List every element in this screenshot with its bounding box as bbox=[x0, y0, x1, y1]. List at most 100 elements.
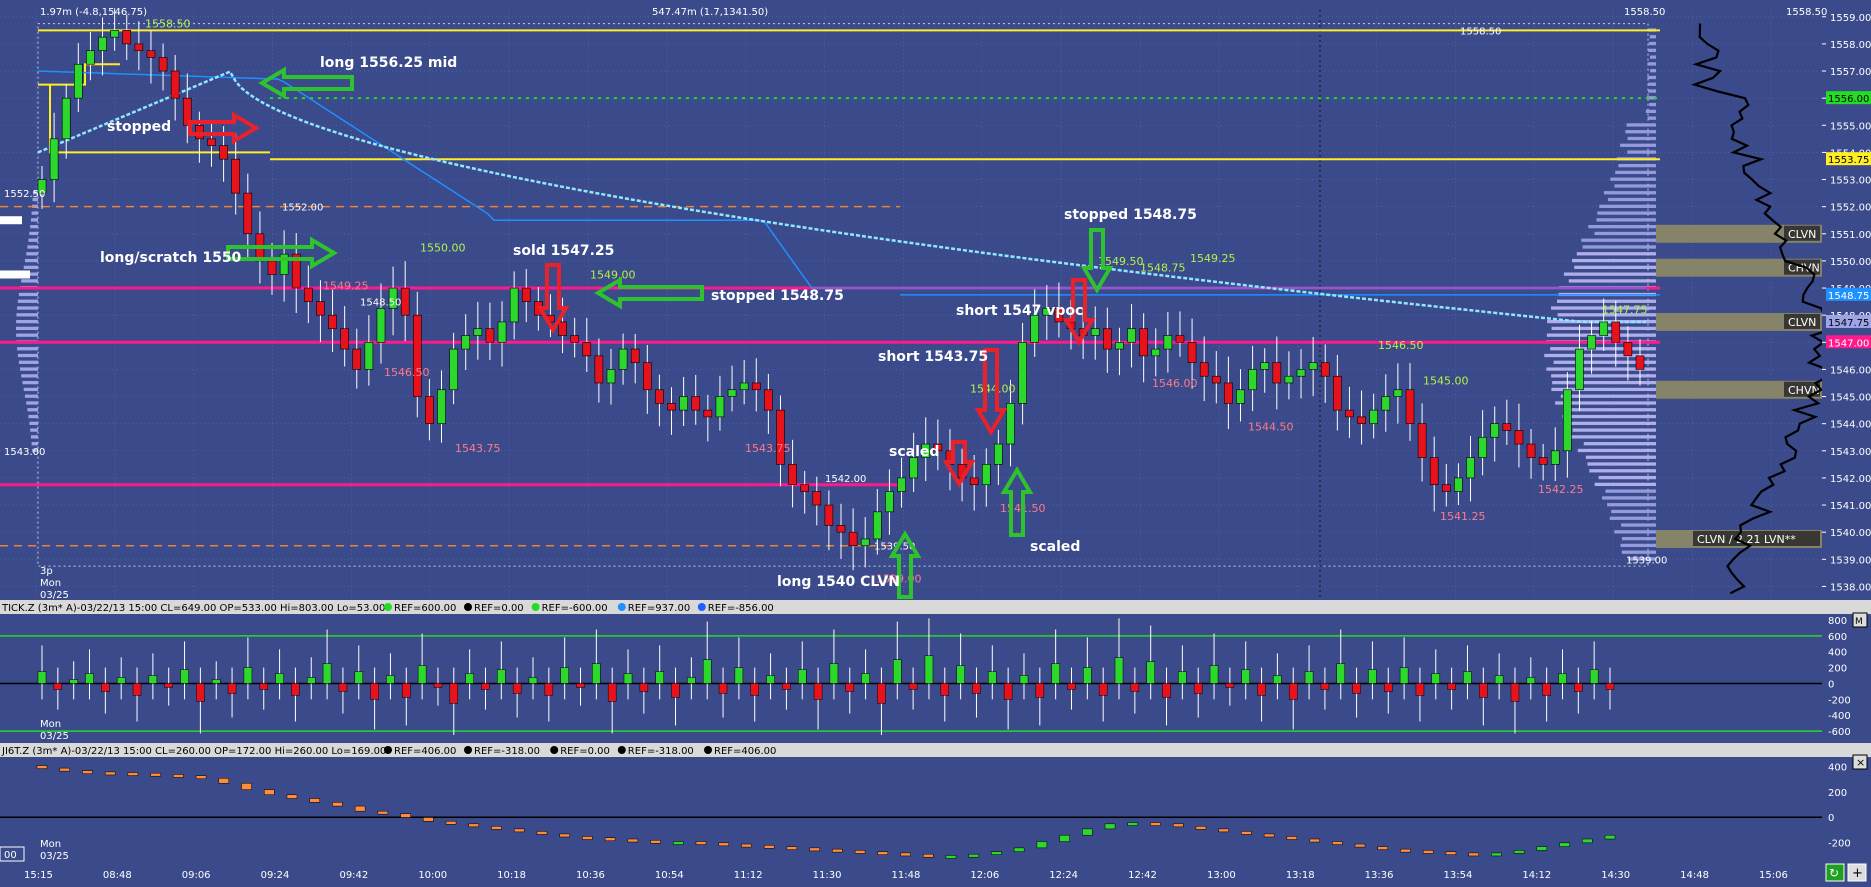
session-label-time: 3p bbox=[40, 566, 53, 577]
tick-bar bbox=[497, 669, 506, 684]
candle-body bbox=[1018, 341, 1027, 404]
swing-low-label: 1544.50 bbox=[1248, 420, 1294, 433]
candle-body bbox=[1272, 362, 1282, 384]
tick-bar bbox=[449, 683, 459, 704]
profile-bar bbox=[1607, 503, 1656, 507]
annotation-label: scaled bbox=[889, 444, 939, 460]
candle-body bbox=[1490, 423, 1500, 438]
profile-bar bbox=[1627, 150, 1656, 154]
tick-bar bbox=[1035, 683, 1045, 698]
tick-bar bbox=[164, 683, 173, 688]
jiet-ref-label: REF=-318.00 bbox=[628, 746, 694, 757]
candle-body bbox=[364, 341, 374, 370]
profile-bar-left bbox=[21, 374, 38, 378]
tick-bar bbox=[718, 683, 728, 694]
candle-body bbox=[497, 321, 507, 343]
candle-body bbox=[521, 287, 531, 302]
close-icon: × bbox=[1856, 756, 1865, 769]
tick-panel-date: 03/25 bbox=[40, 731, 69, 742]
candle-body bbox=[473, 328, 483, 336]
price-marker-label: 1556.00 bbox=[1828, 94, 1869, 105]
jiet-panel-date: 03/25 bbox=[40, 851, 69, 862]
price-tick-label: 1539.00 bbox=[1830, 555, 1871, 566]
swing-low-label: 1546.00 bbox=[1152, 377, 1198, 390]
profile-bar bbox=[1615, 170, 1656, 175]
profile-bar bbox=[1570, 435, 1656, 439]
candle-body bbox=[885, 491, 894, 513]
candle-body bbox=[558, 321, 567, 336]
candle-body bbox=[110, 30, 119, 38]
jiet-bar bbox=[36, 765, 48, 769]
profile-bar-left bbox=[16, 326, 38, 331]
candle-body bbox=[86, 50, 95, 65]
time-axis-label: 15:06 bbox=[1759, 870, 1788, 881]
jiet-bar bbox=[559, 833, 570, 838]
price-marker-label: 1547.75 bbox=[1828, 318, 1869, 329]
profile-bar-left bbox=[23, 387, 38, 392]
jiet-bar bbox=[286, 794, 298, 799]
profile-bar-left bbox=[17, 306, 38, 310]
tick-bar bbox=[291, 683, 300, 696]
annotation-label: scaled bbox=[1030, 539, 1080, 555]
jiet-bar bbox=[332, 802, 343, 807]
tick-bar bbox=[1019, 675, 1029, 684]
profile-bar bbox=[1564, 408, 1656, 412]
candle-body bbox=[219, 145, 228, 160]
time-axis-label: 12:42 bbox=[1128, 870, 1157, 881]
tick-ref-label: REF=-856.00 bbox=[708, 603, 774, 614]
jiet-bar bbox=[1354, 843, 1366, 848]
candle-body bbox=[158, 57, 168, 72]
profile-bar bbox=[1609, 516, 1656, 520]
profile-bar bbox=[1648, 82, 1656, 86]
tick-bar bbox=[877, 683, 886, 704]
tick-bar bbox=[1447, 683, 1456, 690]
jiet-bar bbox=[695, 841, 707, 845]
tick-axis-label: 600 bbox=[1828, 632, 1847, 643]
jiet-bar bbox=[832, 848, 843, 853]
candle-body bbox=[485, 328, 495, 343]
candle-body bbox=[1103, 328, 1112, 350]
candle-body bbox=[1514, 430, 1524, 445]
profile-bar bbox=[1648, 48, 1656, 52]
profile-bar-left bbox=[25, 258, 38, 263]
candle-body bbox=[61, 97, 71, 140]
jiet-panel-title: JI6T.Z (3m* A)-03/22/13 15:00 CL=260.00 … bbox=[1, 746, 386, 757]
jiet-bar bbox=[1513, 850, 1525, 854]
profile-bar bbox=[1621, 550, 1656, 554]
jiet-ref-label: REF=406.00 bbox=[714, 746, 776, 757]
candle-body bbox=[340, 328, 349, 350]
profile-bar bbox=[1587, 462, 1656, 466]
tick-bar bbox=[370, 683, 379, 700]
candle-body bbox=[582, 341, 592, 357]
candle-body bbox=[667, 403, 676, 411]
candle-body bbox=[122, 30, 132, 45]
annotation-label: sold 1547.25 bbox=[513, 243, 614, 259]
profile-bar-left bbox=[28, 414, 38, 419]
tick-bar bbox=[211, 679, 221, 684]
swing-high-label: 1546.50 bbox=[1378, 339, 1424, 352]
candle-body bbox=[751, 382, 761, 391]
candle-body bbox=[776, 409, 785, 465]
candle-body bbox=[570, 335, 579, 343]
jiet-bar bbox=[1377, 846, 1389, 850]
jiet-bar bbox=[1604, 834, 1616, 840]
jiet-bar bbox=[536, 831, 548, 835]
tick-bar bbox=[1542, 683, 1551, 696]
tick-bar bbox=[1494, 675, 1504, 684]
profile-bar-left bbox=[16, 333, 38, 337]
profile-bar bbox=[1621, 536, 1656, 541]
jiet-bar bbox=[582, 836, 593, 840]
jiet-bar bbox=[445, 821, 457, 825]
top-right-price: 1558.50 bbox=[1786, 7, 1827, 18]
tick-bar bbox=[1526, 677, 1536, 684]
annotation-label: stopped bbox=[107, 119, 171, 135]
jiet-bar bbox=[377, 810, 389, 815]
header-right: 1558.50 bbox=[1624, 7, 1665, 18]
profile-bar bbox=[1614, 184, 1656, 188]
time-axis-label: 12:24 bbox=[1049, 870, 1078, 881]
tick-bar bbox=[85, 673, 94, 684]
candle-body bbox=[1320, 362, 1330, 377]
ref-dot bbox=[384, 746, 392, 754]
tick-bar bbox=[148, 675, 158, 684]
jiet-panel-bg bbox=[0, 757, 1871, 863]
